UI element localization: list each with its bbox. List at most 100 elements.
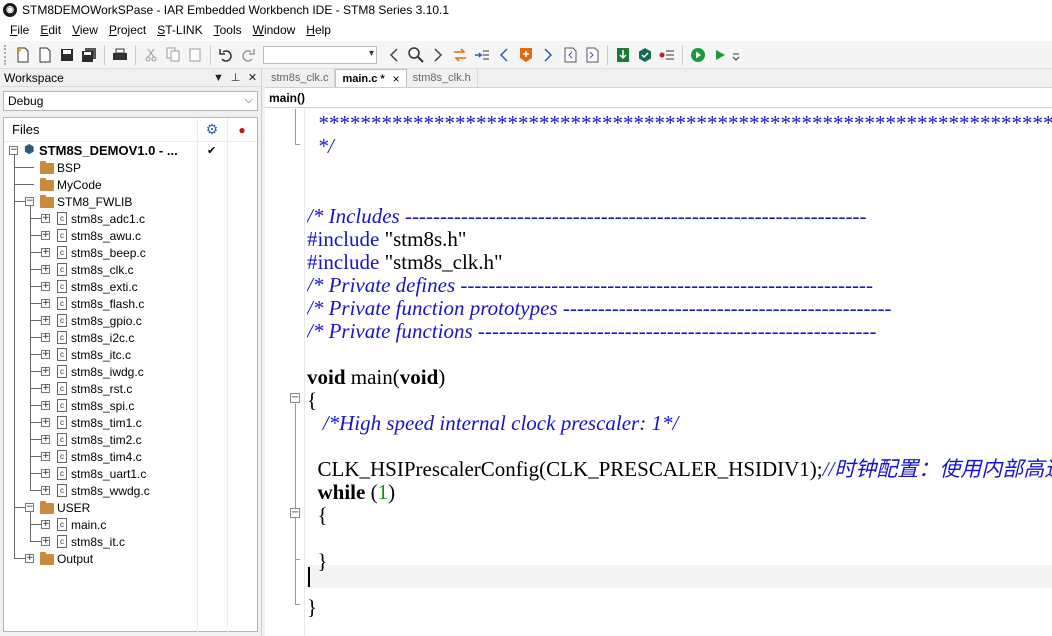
menu-help[interactable]: Help — [302, 23, 338, 37]
expand-icon[interactable]: + — [41, 231, 50, 240]
tree-file[interactable]: + c stm8s_iwdg.c — [4, 363, 197, 380]
find-icon[interactable] — [405, 44, 427, 66]
replace-icon[interactable] — [449, 44, 471, 66]
tree-group-mycode[interactable]: MyCode — [4, 176, 197, 193]
gear-icon[interactable]: ⚙ — [197, 121, 227, 138]
save-icon[interactable] — [56, 44, 78, 66]
c-file-icon: c — [57, 535, 67, 548]
tree-file[interactable]: + c stm8s_tim1.c — [4, 414, 197, 431]
copy-icon[interactable] — [162, 44, 184, 66]
function-navigator[interactable]: main() — [265, 88, 1052, 108]
tree-file[interactable]: + c stm8s_awu.c — [4, 227, 197, 244]
tree-file[interactable]: + c stm8s_clk.c — [4, 261, 197, 278]
expand-icon[interactable]: + — [41, 316, 50, 325]
tree-file[interactable]: + c stm8s_tim2.c — [4, 431, 197, 448]
build-icon[interactable] — [634, 44, 656, 66]
expand-icon[interactable]: + — [41, 265, 50, 274]
collapse-icon[interactable]: − — [25, 197, 34, 206]
expand-icon[interactable]: + — [41, 384, 50, 393]
menu-view[interactable]: View — [68, 23, 105, 37]
tree-file[interactable]: + c main.c — [4, 516, 197, 533]
save-all-icon[interactable] — [78, 44, 100, 66]
pin-icon[interactable]: ⊥ — [227, 71, 244, 84]
menu-edit[interactable]: Edit — [36, 23, 68, 37]
tab-main-c[interactable]: main.c * × — [335, 69, 407, 87]
close-tab-icon[interactable]: × — [393, 72, 400, 86]
expand-icon[interactable]: + — [41, 248, 50, 257]
go-to-icon[interactable] — [471, 44, 493, 66]
expand-icon[interactable]: + — [41, 333, 50, 342]
tree-file[interactable]: + c stm8s_flash.c — [4, 295, 197, 312]
find-previous-icon[interactable] — [383, 44, 405, 66]
tree-file[interactable]: + c stm8s_itc.c — [4, 346, 197, 363]
menu-project[interactable]: Project — [105, 23, 153, 37]
toggle-bookmark-icon[interactable] — [515, 44, 537, 66]
cut-icon[interactable] — [140, 44, 162, 66]
expand-icon[interactable]: + — [41, 418, 50, 427]
find-next-icon[interactable] — [427, 44, 449, 66]
expand-icon[interactable]: + — [41, 401, 50, 410]
next-bookmark-icon[interactable] — [581, 44, 603, 66]
breakpoints-icon[interactable] — [656, 44, 678, 66]
toolbar-grip[interactable] — [4, 44, 8, 65]
expand-icon[interactable]: + — [41, 299, 50, 308]
print-icon[interactable] — [109, 44, 131, 66]
tree-group-user[interactable]: − USER — [4, 499, 197, 516]
tree-project[interactable]: − ⬢ STM8S_DEMOV1.0 - ... ✔ — [4, 142, 229, 159]
tree-group-output[interactable]: + Output — [4, 550, 197, 567]
expand-icon[interactable]: + — [25, 554, 34, 563]
tree-file[interactable]: + c stm8s_beep.c — [4, 244, 197, 261]
download-icon[interactable] — [612, 44, 634, 66]
menu-st-link[interactable]: ST-LINK — [153, 23, 209, 37]
tab-stm8s-clk-c[interactable]: stm8s_clk.c — [265, 69, 336, 87]
fold-toggle-while-icon[interactable]: − — [290, 508, 300, 518]
new-workspace-icon[interactable] — [12, 44, 34, 66]
tree-file[interactable]: + c stm8s_adc1.c — [4, 210, 197, 227]
tree-file[interactable]: + c stm8s_it.c — [4, 533, 197, 550]
tree-file[interactable]: + c stm8s_tim4.c — [4, 448, 197, 465]
expand-icon[interactable]: + — [41, 367, 50, 376]
tree-file[interactable]: + c stm8s_spi.c — [4, 397, 197, 414]
expand-icon[interactable]: + — [41, 469, 50, 478]
code-editor[interactable]: ****************************************… — [307, 109, 1052, 636]
new-file-icon[interactable] — [34, 44, 56, 66]
expand-icon[interactable]: + — [41, 435, 50, 444]
menu-file[interactable]: File — [6, 23, 36, 37]
navigate-forward-icon[interactable] — [537, 44, 559, 66]
tree-file[interactable]: + c stm8s_rst.c — [4, 380, 197, 397]
tree-file[interactable]: + c stm8s_gpio.c — [4, 312, 197, 329]
menu-window[interactable]: Window — [249, 23, 303, 37]
expand-icon[interactable]: + — [41, 282, 50, 291]
expand-icon[interactable]: + — [41, 350, 50, 359]
fold-toggle-main-icon[interactable]: − — [290, 393, 300, 403]
download-and-debug-icon[interactable] — [687, 44, 709, 66]
tree-file[interactable]: + c stm8s_i2c.c — [4, 329, 197, 346]
expand-icon[interactable]: + — [41, 486, 50, 495]
expand-icon[interactable]: + — [41, 214, 50, 223]
tree-file[interactable]: + c stm8s_exti.c — [4, 278, 197, 295]
close-panel-icon[interactable]: ✕ — [244, 71, 261, 84]
expand-icon[interactable]: + — [41, 537, 50, 546]
expand-icon[interactable]: + — [41, 452, 50, 461]
debug-without-download-icon[interactable] — [709, 44, 731, 66]
redo-icon[interactable] — [237, 44, 259, 66]
tab-stm8s-clk-h[interactable]: stm8s_clk.h — [407, 69, 478, 87]
previous-bookmark-icon[interactable] — [559, 44, 581, 66]
menu-tools[interactable]: Tools — [210, 23, 249, 37]
expand-icon[interactable]: + — [41, 520, 50, 529]
collapse-icon[interactable]: − — [25, 503, 34, 512]
toolbar-overflow-icon[interactable] — [731, 44, 741, 66]
column-divider — [227, 118, 228, 633]
navigate-back-icon[interactable] — [493, 44, 515, 66]
tree-file[interactable]: + c stm8s_uart1.c — [4, 465, 197, 482]
find-combo[interactable] — [263, 45, 377, 64]
undo-icon[interactable] — [215, 44, 237, 66]
tree-group-fwlib[interactable]: − STM8_FWLIB — [4, 193, 197, 210]
tree-file[interactable]: + c stm8s_wwdg.c — [4, 482, 197, 499]
paste-icon[interactable] — [184, 44, 206, 66]
collapse-icon[interactable]: − — [9, 146, 18, 155]
tree-group-bsp[interactable]: BSP — [4, 159, 197, 176]
panel-menu-icon[interactable]: ▼ — [210, 72, 227, 84]
file-label: stm8s_tim4.c — [71, 449, 142, 464]
build-configuration-select[interactable]: Debug ⌵ — [3, 91, 258, 111]
